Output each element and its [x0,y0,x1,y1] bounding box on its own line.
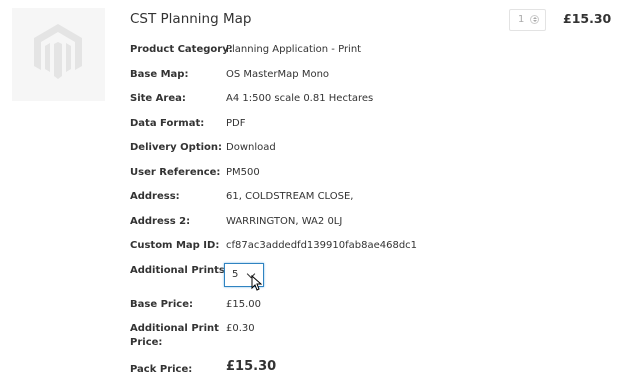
detail-label: User Reference: [130,167,221,178]
magento-logo-icon [34,24,82,79]
additional-print-price-label: Additional Print Price: [130,323,219,348]
detail-value: PDF [226,118,246,129]
detail-label: Site Area: [130,93,186,104]
line-price: £15.30 [563,11,612,26]
detail-value: cf87ac3addedfd139910fab8ae468dc1 [226,240,418,251]
detail-label: Data Format: [130,118,205,129]
quantity-stepper[interactable]: 1 [509,9,546,31]
detail-value: Download [226,142,276,153]
detail-value: 61, COLDSTREAM CLOSE, [226,191,354,202]
additional-prints-label: Additional Prints : [130,265,233,276]
pack-price-label: Pack Price: [130,364,193,375]
quantity-value: 1 [518,14,525,25]
base-price-label: Base Price: [130,299,193,310]
product-thumbnail[interactable] [12,8,105,101]
detail-value: A4 1:500 scale 0.81 Hectares [226,93,374,104]
detail-label: Custom Map ID: [130,240,220,251]
detail-label: Address: [130,191,180,202]
mouse-cursor-icon [251,275,262,291]
detail-label: Delivery Option: [130,142,223,153]
detail-label: Base Map: [130,69,189,80]
additional-prints-value: 5 [232,269,239,280]
detail-value: OS MasterMap Mono [226,69,330,80]
detail-label: Address 2: [130,216,191,227]
spinner-icon[interactable] [530,15,539,24]
product-title[interactable]: CST Planning Map [130,11,251,27]
additional-print-price-value: £0.30 [226,323,255,334]
detail-label: Product Category: [130,44,233,55]
detail-value: PM500 [226,167,260,178]
detail-value: WARRINGTON, WA2 0LJ [226,216,343,227]
detail-value: Planning Application - Print [226,44,362,55]
pack-price-value: £15.30 [226,359,277,374]
base-price-value: £15.00 [226,299,261,310]
